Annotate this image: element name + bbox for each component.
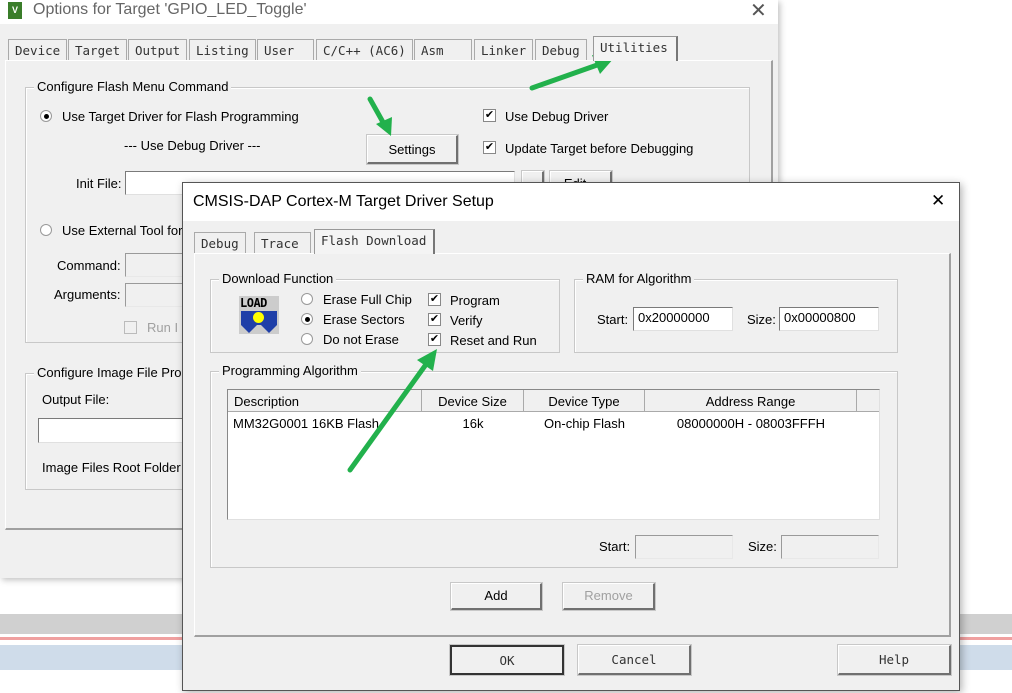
annotation-arrows bbox=[347, 55, 614, 473]
arrow-to-reset-and-run bbox=[347, 360, 430, 473]
arrow-to-settings bbox=[367, 96, 387, 127]
tab-flash-download[interactable]: Flash Download bbox=[314, 229, 435, 254]
tab-utilities[interactable]: Utilities bbox=[593, 36, 678, 61]
arrow-to-utilities-tab bbox=[529, 61, 603, 91]
arrowhead-icon bbox=[417, 349, 437, 371]
